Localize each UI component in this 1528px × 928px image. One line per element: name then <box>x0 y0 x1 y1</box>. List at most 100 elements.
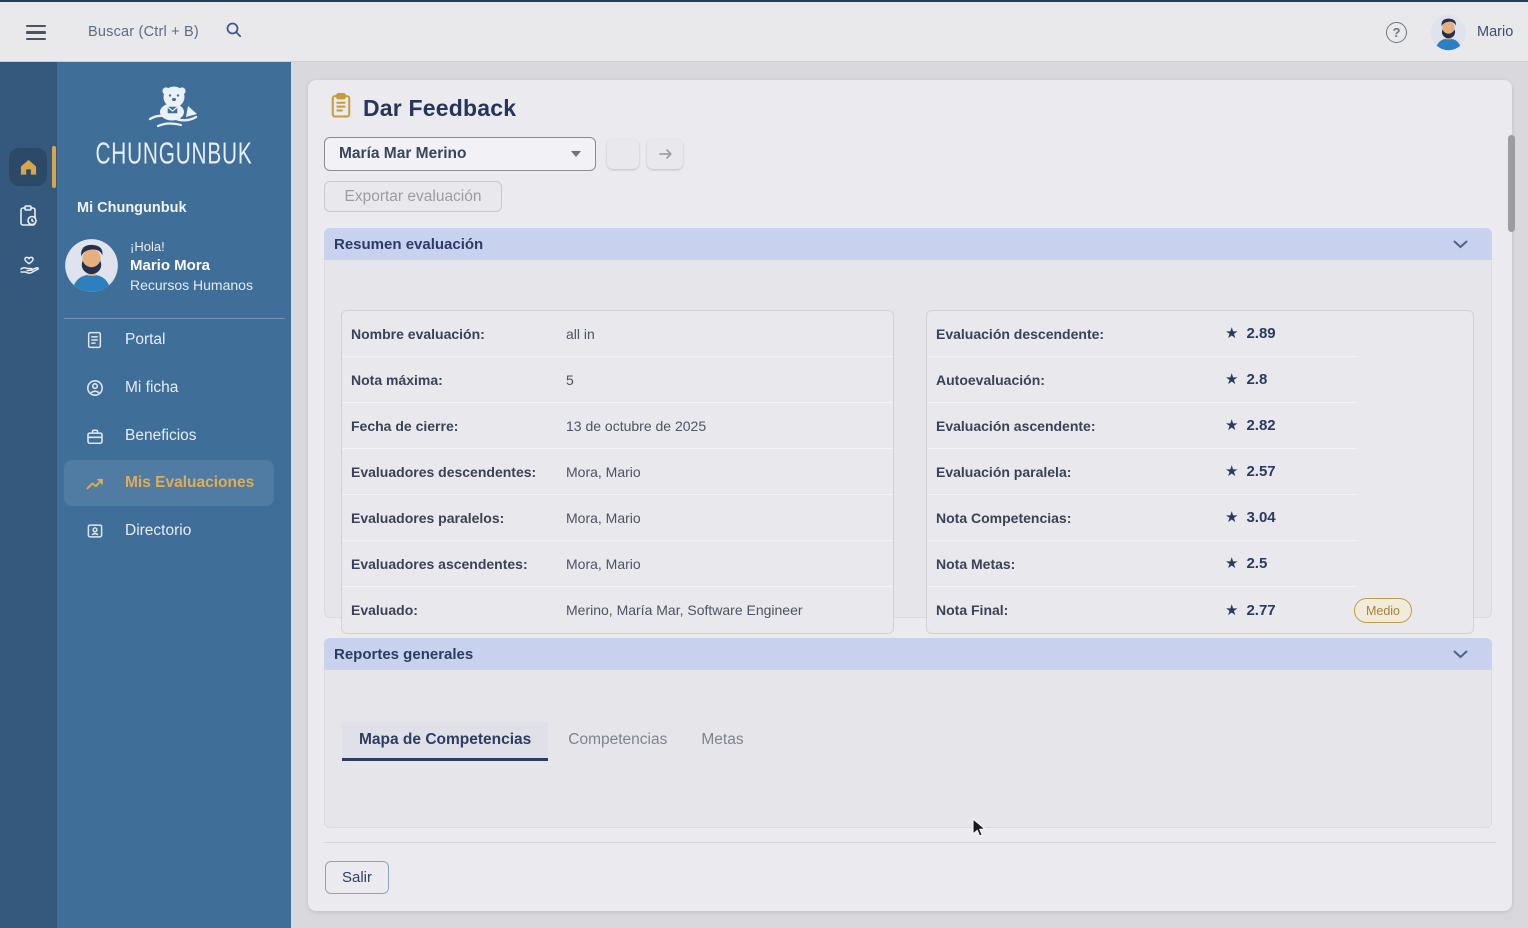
profile-greeting: ¡Hola! <box>130 238 165 254</box>
sidebar-item-label: Mis Evaluaciones <box>125 474 255 491</box>
sidebar-item-mis-evaluaciones[interactable]: Mis Evaluaciones <box>64 460 274 506</box>
topbar-username[interactable]: Mario <box>1477 2 1513 62</box>
sidebar-section-label: Mi Chungunbuk <box>77 200 187 216</box>
report-tabs: Mapa de Competencias Competencias Metas <box>342 722 768 761</box>
tab-mapa-de-competencias[interactable]: Mapa de Competencias <box>342 722 549 761</box>
avatar[interactable] <box>1430 14 1467 51</box>
sidebar-divider <box>64 318 285 319</box>
page-title-row: Dar Feedback <box>330 92 516 124</box>
previous-evaluatee-button[interactable] <box>607 139 639 169</box>
score-value: 2.57 <box>1246 463 1276 480</box>
sidebar-item-portal[interactable]: Portal <box>64 320 274 360</box>
score-label: Nota Metas: <box>936 555 1016 572</box>
detail-label: Evaluadores paralelos: <box>351 509 505 526</box>
summary-panel: Resumen evaluación Nombre evaluación: al… <box>324 228 1492 634</box>
brand-name: CHUNGUNBUK <box>95 135 253 171</box>
score-label: Nota Final: <box>936 602 1009 618</box>
chevron-down-icon <box>571 151 581 157</box>
rail-home-icon[interactable] <box>9 148 47 186</box>
detail-label: Evaluado: <box>351 602 418 618</box>
next-evaluatee-button[interactable] <box>647 139 683 169</box>
table-row: Autoevaluación: ★ 2.8 <box>927 357 1357 403</box>
detail-value: all in <box>566 325 595 342</box>
detail-value: 5 <box>566 371 574 388</box>
hamburger-menu-icon[interactable] <box>26 25 46 40</box>
score-value: 2.89 <box>1246 325 1276 342</box>
search-input[interactable]: Buscar (Ctrl + B) <box>88 14 243 50</box>
sidebar-item-label: Directorio <box>125 522 192 539</box>
sidebar-item-mi-ficha[interactable]: Mi ficha <box>64 368 274 408</box>
star-icon: ★ <box>1225 463 1239 480</box>
table-row: Nota Final: ★ 2.77 <box>927 587 1357 633</box>
score-value: 2.77 <box>1246 601 1276 619</box>
detail-value: Mora, Mario <box>566 555 641 572</box>
page-title: Dar Feedback <box>363 94 517 121</box>
detail-label: Nota máxima: <box>351 371 443 388</box>
evaluatee-select[interactable]: María Mar Merino <box>324 137 596 171</box>
search-icon[interactable] <box>225 21 243 44</box>
score-label: Evaluación descendente: <box>936 325 1105 342</box>
tab-metas[interactable]: Metas <box>691 722 753 761</box>
mouse-cursor <box>972 817 990 844</box>
sidebar-item-directorio[interactable]: Directorio <box>64 511 274 551</box>
detail-value: 13 de octubre de 2025 <box>566 417 707 434</box>
sidebar-item-label: Mi ficha <box>125 379 179 396</box>
sidebar-profile: ¡Hola! Mario Mora Recursos Humanos <box>64 238 253 293</box>
feedback-clipboard-icon <box>330 92 352 124</box>
chevron-down-icon[interactable] <box>1453 650 1468 659</box>
sidebar-item-beneficios[interactable]: Beneficios <box>64 416 274 456</box>
score-label: Evaluación ascendente: <box>936 417 1096 434</box>
arrow-right-icon <box>658 149 672 159</box>
evaluatee-select-value: María Mar Merino <box>339 145 467 162</box>
export-evaluation-button[interactable]: Exportar evaluación <box>324 181 502 212</box>
user-circle-icon <box>86 379 104 397</box>
table-row: Nota Competencias: ★ 3.04 <box>927 495 1357 541</box>
detail-label: Evaluadores ascendentes: <box>351 555 528 572</box>
table-row: Evaluadores ascendentes: Mora, Mario <box>342 541 893 587</box>
rail-hand-heart-icon[interactable] <box>0 254 57 278</box>
sidebar: CHUNGUNBUK Mi Chungunbuk ¡Hola! Mario Mo… <box>57 62 291 928</box>
rail-active-indicator <box>52 146 56 188</box>
sidebar-item-label: Portal <box>125 331 166 348</box>
summary-panel-body: Nombre evaluación: all in Nota máxima: 5… <box>324 260 1492 634</box>
chevron-down-icon[interactable] <box>1453 240 1468 249</box>
detail-label: Nombre evaluación: <box>351 325 485 342</box>
vertical-scrollbar-thumb[interactable] <box>1508 135 1515 232</box>
tab-competencias[interactable]: Competencias <box>558 722 677 761</box>
detail-value: Mora, Mario <box>566 463 641 480</box>
evaluation-details-table: Nombre evaluación: all in Nota máxima: 5… <box>341 310 894 634</box>
topbar: Buscar (Ctrl + B) ? Mario <box>0 2 1528 62</box>
table-row: Nombre evaluación: all in <box>342 311 893 357</box>
score-value: 3.04 <box>1246 509 1276 526</box>
star-icon: ★ <box>1225 601 1239 619</box>
profile-name: Mario Mora <box>130 256 211 274</box>
help-icon[interactable]: ? <box>1386 22 1407 43</box>
score-value: 2.8 <box>1246 371 1268 388</box>
score-value: 2.82 <box>1246 417 1276 434</box>
main-content-card: Dar Feedback María Mar Merino Exportar e… <box>308 80 1512 911</box>
reports-panel-title: Reportes generales <box>334 645 474 663</box>
star-icon: ★ <box>1225 325 1239 342</box>
detail-label: Evaluadores descendentes: <box>351 463 537 480</box>
table-row: Evaluación paralela: ★ 2.57 <box>927 449 1357 495</box>
table-row: Nota Metas: ★ 2.5 <box>927 541 1357 587</box>
detail-value: Mora, Mario <box>566 509 641 526</box>
score-label: Evaluación paralela: <box>936 463 1072 480</box>
star-icon: ★ <box>1225 555 1239 572</box>
summary-panel-header[interactable]: Resumen evaluación <box>324 228 1492 260</box>
profile-avatar[interactable] <box>64 238 119 293</box>
rail-clipboard-clock-icon[interactable] <box>0 204 57 228</box>
app-screen: Buscar (Ctrl + B) ? Mario CHUNGUNBUK Mi … <box>0 0 1528 928</box>
score-label: Nota Competencias: <box>936 509 1072 526</box>
reports-panel-body: Mapa de Competencias Competencias Metas <box>324 670 1492 828</box>
sidebar-item-label: Beneficios <box>125 427 197 444</box>
star-icon: ★ <box>1225 509 1239 526</box>
table-row: Fecha de cierre: 13 de octubre de 2025 <box>342 403 893 449</box>
summary-panel-title: Resumen evaluación <box>334 235 484 253</box>
reports-panel-header[interactable]: Reportes generales <box>324 638 1492 670</box>
exit-button[interactable]: Salir <box>325 861 389 894</box>
table-row: Nota máxima: 5 <box>342 357 893 403</box>
id-card-icon <box>86 522 104 540</box>
reports-panel: Reportes generales Mapa de Competencias … <box>324 638 1492 828</box>
detail-value: Merino, María Mar, Software Engineer <box>566 602 803 618</box>
